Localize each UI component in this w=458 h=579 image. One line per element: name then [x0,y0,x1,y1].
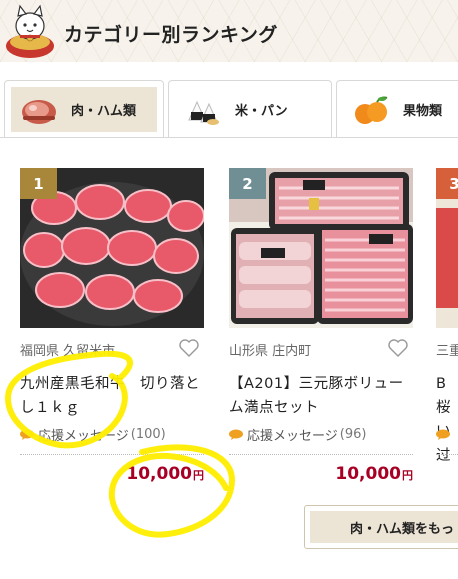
category-tabs: 肉・ハム類 米・パン 果物類 [0,80,458,138]
support-count: (100) [130,426,166,442]
price: 10,000円 [126,464,204,484]
product-title[interactable]: 九州産黒毛和牛 切り落とし１ｋｇ [20,372,206,420]
price-value: 10,000 [335,464,401,484]
heart-icon[interactable] [387,338,409,358]
tab-label: 肉・ハム類 [71,104,137,119]
location-label: 三重 [436,344,458,359]
divider [229,454,413,455]
speech-bubble-icon [229,429,243,440]
page-title: カテゴリー別ランキング [64,24,278,46]
support-message[interactable] [436,425,458,443]
rank-badge: 2 [229,168,266,199]
speech-bubble-icon [20,429,34,440]
tab-rice-bread[interactable]: 米・パン [168,80,332,138]
tab-meat-ham[interactable]: 肉・ハム類 [4,80,164,138]
rank-badge: 3 [436,168,458,199]
more-meat-ham-button[interactable]: 肉・ハム類をもっ [304,505,458,549]
price-unit: 円 [402,469,413,482]
price-value: 10,000 [126,464,192,484]
card-clip: 3 三重 B桜い过 [428,0,458,579]
price: 10,000円 [335,464,413,484]
support-label: 応援メッセージ [247,428,338,444]
product-title[interactable]: 【A201】三元豚ボリューム満点セット [229,372,415,420]
support-count: (96) [339,426,367,442]
location-label: 山形県 庄内町 [229,344,312,359]
maneki-neko-icon [6,4,54,58]
more-button-label: 肉・ハム類をもっ [350,521,455,537]
tabs-divider [0,137,458,138]
orange-icon [355,96,388,124]
support-message[interactable]: 応援メッセージ (96) [229,425,413,444]
tab-label: 米・パン [235,104,288,119]
rank-badge: 1 [20,168,57,199]
ham-icon [22,99,56,124]
support-message[interactable]: 応援メッセージ (100) [20,425,204,444]
location-label: 福岡県 久留米市 [20,344,116,359]
divider [436,454,458,455]
speech-bubble-icon [436,429,450,440]
heart-icon[interactable] [178,338,200,358]
divider [20,454,204,455]
rice-icon [188,100,219,125]
support-label: 応援メッセージ [38,428,129,444]
card-meta-row: 三重 [436,340,458,360]
card-meta-row: 山形県 庄内町 [229,338,413,360]
card-meta-row: 福岡県 久留米市 [20,338,204,360]
price-unit: 円 [193,469,204,482]
